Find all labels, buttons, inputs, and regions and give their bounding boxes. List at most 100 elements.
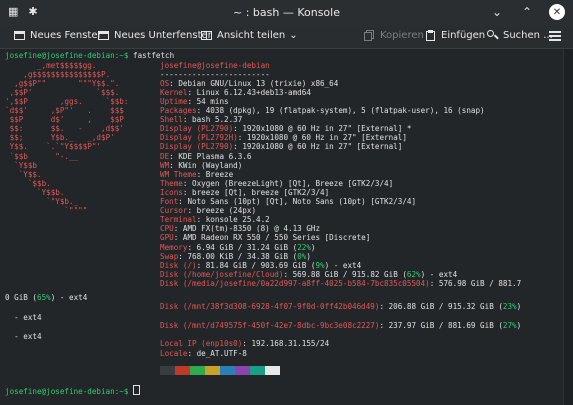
info-key: Disk (/home/josefine/Cloud) bbox=[160, 269, 284, 279]
terminal-output[interactable]: josefine@josefine-debian:~$ fastfetch _,… bbox=[0, 49, 564, 405]
info-value: 54 mins bbox=[196, 96, 229, 106]
search-button[interactable]: Suchen ... bbox=[487, 30, 553, 41]
copy-button[interactable]: Kopieren bbox=[364, 30, 424, 41]
info-row: WM: KWin (Wayland) bbox=[160, 160, 243, 170]
info-value: AMD Radeon RX 550 / 550 Series [Discrete… bbox=[182, 233, 371, 243]
info-row: Theme: Oxygen (BreezeLight) [Qt], Breeze… bbox=[160, 178, 394, 188]
info-value: konsole 25.4.2 bbox=[205, 215, 270, 225]
logo-line: `Y$$b bbox=[5, 160, 38, 170]
info-row: Shell: bash 5.2.37 bbox=[160, 115, 243, 125]
info-value: breeze [Qt], breeze [GTK2/3/4] bbox=[192, 187, 330, 197]
local-ip-line: Local IP (enp10s0): 192.168.31.155/24 bbox=[160, 339, 330, 348]
info-key: Display (PL2790) bbox=[160, 124, 234, 134]
info-row: Font: Noto Sans (10pt) [Qt], Noto Sans (… bbox=[160, 197, 417, 206]
color-swatch bbox=[205, 366, 220, 375]
info-row: Disk (/): 81.84 GiB / 903.69 GiB (9%) - … bbox=[160, 260, 362, 270]
copy-label: Kopieren bbox=[380, 30, 424, 41]
info-percent: 22% bbox=[297, 242, 311, 252]
info-row: Display (PL2792H): 1920x1080 @ 60 Hz in … bbox=[160, 133, 407, 143]
split-view-label: Ansicht teilen bbox=[217, 30, 286, 41]
prompt-line-2: josefine@josefine-debian:~$ bbox=[5, 385, 141, 396]
paste-label: Einfügen bbox=[441, 30, 486, 41]
locale-line: Locale: de_AT.UTF-8 bbox=[160, 349, 247, 358]
info-key: Swap bbox=[160, 251, 179, 261]
prompt: josefine@josefine-debian:~$ bbox=[5, 51, 129, 60]
new-window-label: Neues Fenster bbox=[30, 30, 102, 41]
paste-icon bbox=[425, 30, 437, 41]
info-key: WM Theme bbox=[160, 169, 197, 179]
info-row: Kernel: Linux 6.12.43+deb13-amd64 bbox=[160, 87, 311, 97]
logo-line: ',$$P ,ggs. `$$b: bbox=[5, 96, 129, 106]
logo-line: `Y$$b. bbox=[5, 187, 65, 197]
info-percent: 0% bbox=[297, 251, 307, 261]
user-host: josefine@josefine-debian bbox=[160, 60, 270, 70]
info-key: Shell bbox=[160, 115, 183, 125]
logo-line: ,g$$$$$$$$$$$$$$$P. bbox=[5, 69, 111, 79]
wrapped-line: - ext4 bbox=[5, 332, 42, 341]
info-key: Theme bbox=[160, 178, 183, 188]
logo-line: ,g$$P"" """Y$$.". bbox=[5, 78, 120, 88]
info-key: DE bbox=[160, 151, 170, 161]
new-tab-icon bbox=[98, 30, 110, 41]
info-key: WM bbox=[160, 160, 170, 170]
info-key: Disk (/media/josefine/0a22d997-a8ff-4025… bbox=[160, 278, 430, 288]
info-key: Kernel bbox=[160, 87, 188, 97]
chevron-down-icon[interactable]: ⌄ bbox=[489, 4, 505, 20]
info-key: Font bbox=[160, 197, 179, 206]
disk-mnt1-line: Disk (/mnt/38f3d308-6928-4f07-9f0d-0ff42… bbox=[160, 302, 522, 311]
color-swatch bbox=[220, 366, 235, 375]
info-row: Disk (/media/josefine/0a22d997-a8ff-4025… bbox=[160, 278, 522, 288]
logo-line: `$$b. bbox=[5, 178, 51, 188]
prompt-line: josefine@josefine-debian:~$ fastfetch bbox=[5, 51, 174, 60]
logo-line: Y$$. `.`"Y$$$$P"' bbox=[5, 142, 102, 152]
info-row: Disk (/home/josefine/Cloud): 569.88 GiB … bbox=[160, 269, 458, 279]
new-tab-button[interactable]: Neues Unterfenster bbox=[98, 30, 212, 41]
info-row: DE: KDE Plasma 6.3.6 bbox=[160, 151, 252, 161]
color-swatch bbox=[160, 366, 175, 375]
info-key: Icons bbox=[160, 187, 183, 197]
info-row: Memory: 6.94 GiB / 31.24 GiB (22%) bbox=[160, 242, 316, 252]
info-value: AMD FX(tm)-8350 (8) @ 4.13 GHz bbox=[182, 224, 321, 234]
copy-icon bbox=[364, 30, 376, 41]
info-row: Packages: 4038 (dpkg), 19 (flatpak-syste… bbox=[160, 106, 485, 115]
logo-line: `d$$' ,$P"' . $$$ bbox=[5, 106, 124, 115]
info-key: CPU bbox=[160, 224, 174, 234]
info-row: Display (PL2790): 1920x1080 @ 60 Hz in 2… bbox=[160, 142, 403, 152]
info-value: Oxygen (BreezeLight) [Qt], Breeze [GTK2/… bbox=[192, 178, 394, 188]
scrollbar[interactable] bbox=[563, 49, 573, 405]
close-button[interactable]: ✕ bbox=[549, 4, 565, 20]
info-row: WM Theme: Breeze bbox=[160, 169, 234, 179]
command: fastfetch bbox=[133, 51, 175, 60]
info-key: Display (PL2792H) bbox=[160, 133, 238, 143]
logo-line: $$; Y$b._ _,d$P' bbox=[5, 133, 115, 143]
new-window-button[interactable]: Neues Fenster bbox=[14, 30, 102, 41]
info-value: 4038 (dpkg), 19 (flatpak-system), 5 (fla… bbox=[205, 106, 485, 115]
info-value: 1920x1080 @ 60 Hz in 27" [External] * bbox=[242, 124, 412, 134]
hamburger-menu-button[interactable] bbox=[549, 30, 561, 41]
logo-line: _,met$$$$$gg. bbox=[5, 60, 97, 70]
info-value: KWin (Wayland) bbox=[178, 160, 243, 170]
split-view-icon bbox=[201, 30, 213, 41]
info-row: Terminal: konsole 25.4.2 bbox=[160, 215, 270, 225]
logo-line: $$P d$' , $$P bbox=[5, 115, 124, 125]
title-bar[interactable]: ▦ ✱ ~ : bash — Konsole ⌄ ⌃ ✕ bbox=[0, 0, 573, 26]
new-tab-label: Neues Unterfenster bbox=[114, 30, 212, 41]
color-swatch bbox=[235, 366, 250, 375]
wrapped-line: - ext4 bbox=[5, 313, 42, 322]
info-value: breeze (24px) bbox=[196, 206, 257, 216]
logo-line: $$: $$. - ,d$$' bbox=[5, 124, 124, 134]
split-view-button[interactable]: Ansicht teilen ⌄ bbox=[201, 30, 298, 41]
info-key: Disk (/) bbox=[160, 260, 197, 270]
search-label: Suchen ... bbox=[503, 30, 553, 41]
logo-line: `"Y$b._ bbox=[5, 197, 79, 206]
paste-button[interactable]: Einfügen bbox=[425, 30, 485, 41]
disk-mnt2-line: Disk (/mnt/d749575f-450f-42e7-8dbc-9bc3e… bbox=[160, 321, 522, 330]
color-swatch bbox=[175, 366, 190, 375]
info-key: Cursor bbox=[160, 206, 188, 216]
info-percent: 9% bbox=[315, 260, 325, 270]
wrapped-line: 0 GiB (65%) - ext4 bbox=[5, 293, 88, 302]
logo-line: `$$b "-.__ bbox=[5, 151, 79, 161]
info-value: 1920x1080 @ 60 Hz in 27" [External] bbox=[242, 142, 403, 152]
menu-icon bbox=[549, 30, 561, 41]
chevron-up-icon[interactable]: ⌃ bbox=[519, 4, 535, 20]
